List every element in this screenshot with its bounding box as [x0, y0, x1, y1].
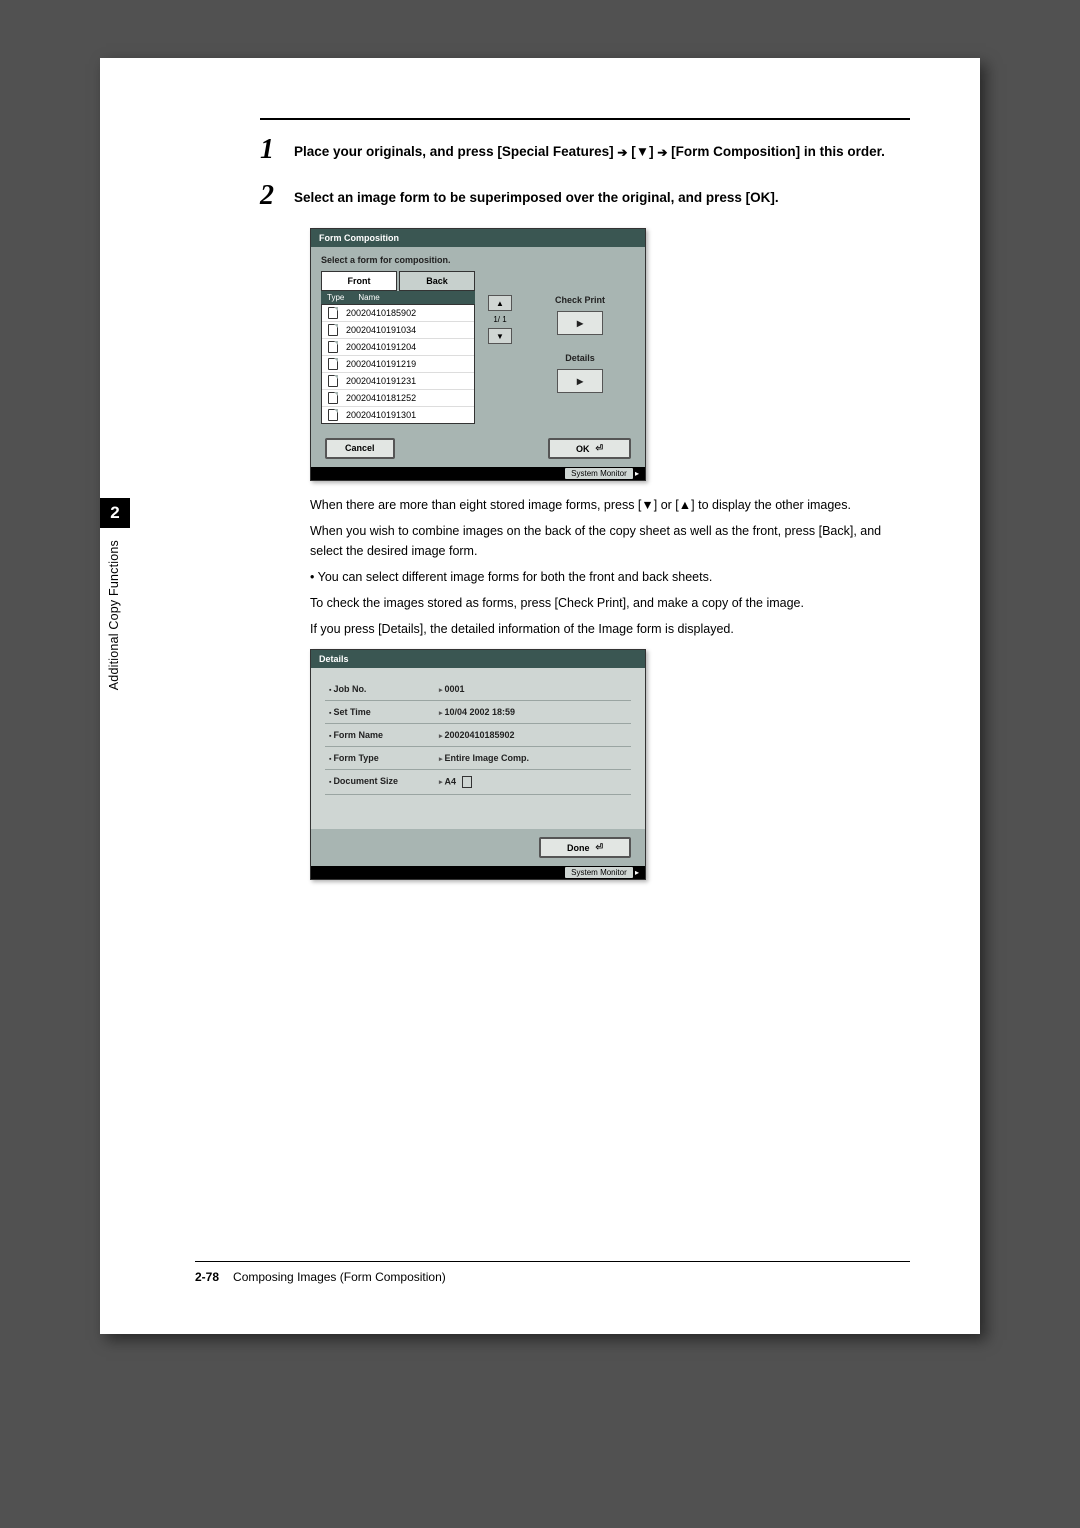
- step-2: 2 Select an image form to be superimpose…: [260, 182, 910, 210]
- triangle-down-icon: ▼: [636, 144, 649, 159]
- cancel-button[interactable]: Cancel: [325, 438, 395, 459]
- system-monitor-bar: System Monitor ▸: [311, 866, 645, 879]
- form-composition-screenshot: Form Composition Select a form for compo…: [310, 228, 646, 481]
- page-number: 2-78: [195, 1270, 219, 1284]
- footer-title: Composing Images (Form Composition): [233, 1270, 446, 1284]
- paper-icon: [462, 776, 472, 788]
- detail-row: Job No.0001: [325, 678, 631, 701]
- body-text-block: When there are more than eight stored im…: [310, 495, 910, 639]
- list-item[interactable]: 20020410191219: [322, 356, 474, 373]
- ok-label: OK: [576, 444, 590, 454]
- enter-icon: ⏎: [595, 842, 603, 853]
- step-2-text: Select an image form to be superimposed …: [294, 182, 779, 210]
- triangle-down-icon: ▼: [496, 332, 504, 341]
- arrow-right-icon: ➔: [617, 145, 627, 159]
- tab-back[interactable]: Back: [399, 271, 475, 291]
- system-monitor-bar: System Monitor ▸: [311, 467, 645, 480]
- enter-icon: ⏎: [595, 443, 603, 454]
- system-monitor-button[interactable]: System Monitor: [565, 468, 633, 479]
- arrow-right-icon: ▸: [577, 316, 583, 330]
- arrow-right-icon: ➔: [657, 145, 667, 159]
- doc-size-value: A4: [444, 776, 456, 786]
- text-fragment: [Form Composition] in this order.: [667, 144, 885, 159]
- details-button[interactable]: ▸: [557, 369, 603, 393]
- document-icon: [328, 358, 338, 370]
- side-tab: 2 Additional Copy Functions: [100, 498, 130, 690]
- chapter-number: 2: [100, 498, 130, 528]
- document-icon: [328, 375, 338, 387]
- triangle-up-icon: ▲: [496, 299, 504, 308]
- details-screenshot: Details Job No.0001 Set Time10/04 2002 1…: [310, 649, 646, 880]
- bullet-item: • You can select different image forms f…: [310, 567, 910, 587]
- form-name: 20020410191219: [346, 359, 416, 369]
- detail-row: Form Name20020410185902: [325, 724, 631, 747]
- detail-value: 0001: [439, 684, 465, 694]
- page-footer: 2-78 Composing Images (Form Composition): [195, 1261, 910, 1284]
- arrow-right-icon: ▸: [577, 374, 583, 388]
- col-type: Type: [327, 293, 344, 302]
- divider: [260, 118, 910, 120]
- check-print-button[interactable]: ▸: [557, 311, 603, 335]
- check-print-label: Check Print: [525, 295, 635, 305]
- scroll-up-button[interactable]: ▲: [488, 295, 512, 311]
- step-1-text: Place your originals, and press [Special…: [294, 136, 885, 164]
- document-icon: [328, 324, 338, 336]
- detail-key: Form Name: [329, 730, 439, 740]
- ok-button[interactable]: OK ⏎: [548, 438, 631, 459]
- document-icon: [328, 392, 338, 404]
- detail-key: Job No.: [329, 684, 439, 694]
- form-name: 20020410191034: [346, 325, 416, 335]
- document-icon: [328, 341, 338, 353]
- done-label: Done: [567, 843, 590, 853]
- form-name: 20020410185902: [346, 308, 416, 318]
- manual-page: 1 Place your originals, and press [Speci…: [100, 58, 980, 1334]
- document-icon: [328, 409, 338, 421]
- detail-row: Set Time10/04 2002 18:59: [325, 701, 631, 724]
- tab-front[interactable]: Front: [321, 271, 397, 291]
- table-header: Type Name: [321, 291, 475, 304]
- form-name: 20020410191204: [346, 342, 416, 352]
- detail-key: Document Size: [329, 776, 439, 788]
- document-icon: [328, 307, 338, 319]
- form-name: 20020410191231: [346, 376, 416, 386]
- step-number: 2: [260, 182, 294, 210]
- list-item[interactable]: 20020410191204: [322, 339, 474, 356]
- detail-value: 10/04 2002 18:59: [439, 707, 515, 717]
- detail-key: Set Time: [329, 707, 439, 717]
- detail-value: A4: [439, 776, 472, 788]
- list-item[interactable]: 20020410191034: [322, 322, 474, 339]
- dialog-title: Form Composition: [311, 229, 645, 247]
- detail-value: Entire Image Comp.: [439, 753, 529, 763]
- dialog-subtitle: Select a form for composition.: [311, 247, 645, 267]
- form-name: 20020410181252: [346, 393, 416, 403]
- paragraph: When there are more than eight stored im…: [310, 495, 910, 515]
- paragraph: When you wish to combine images on the b…: [310, 521, 910, 561]
- dialog-title: Details: [311, 650, 645, 668]
- list-item[interactable]: 20020410181252: [322, 390, 474, 407]
- form-list: 20020410185902 20020410191034 2002041019…: [321, 304, 475, 424]
- paragraph: To check the images stored as forms, pre…: [310, 593, 910, 613]
- list-item[interactable]: 20020410185902: [322, 305, 474, 322]
- list-item[interactable]: 20020410191301: [322, 407, 474, 423]
- done-button[interactable]: Done ⏎: [539, 837, 631, 858]
- detail-row: Form TypeEntire Image Comp.: [325, 747, 631, 770]
- paragraph: If you press [Details], the detailed inf…: [310, 619, 910, 639]
- col-name: Name: [358, 293, 379, 302]
- detail-row: Document Size A4: [325, 770, 631, 795]
- step-number: 1: [260, 136, 294, 164]
- chapter-title: Additional Copy Functions: [107, 540, 121, 690]
- detail-key: Form Type: [329, 753, 439, 763]
- text-fragment: [: [627, 144, 635, 159]
- form-name: 20020410191301: [346, 410, 416, 420]
- details-label: Details: [525, 353, 635, 363]
- detail-value: 20020410185902: [439, 730, 515, 740]
- scroll-down-button[interactable]: ▼: [488, 328, 512, 344]
- page-indicator: 1/ 1: [493, 315, 506, 324]
- system-monitor-button[interactable]: System Monitor: [565, 867, 633, 878]
- step-1: 1 Place your originals, and press [Speci…: [260, 136, 910, 164]
- text-fragment: Place your originals, and press [Special…: [294, 144, 617, 159]
- list-item[interactable]: 20020410191231: [322, 373, 474, 390]
